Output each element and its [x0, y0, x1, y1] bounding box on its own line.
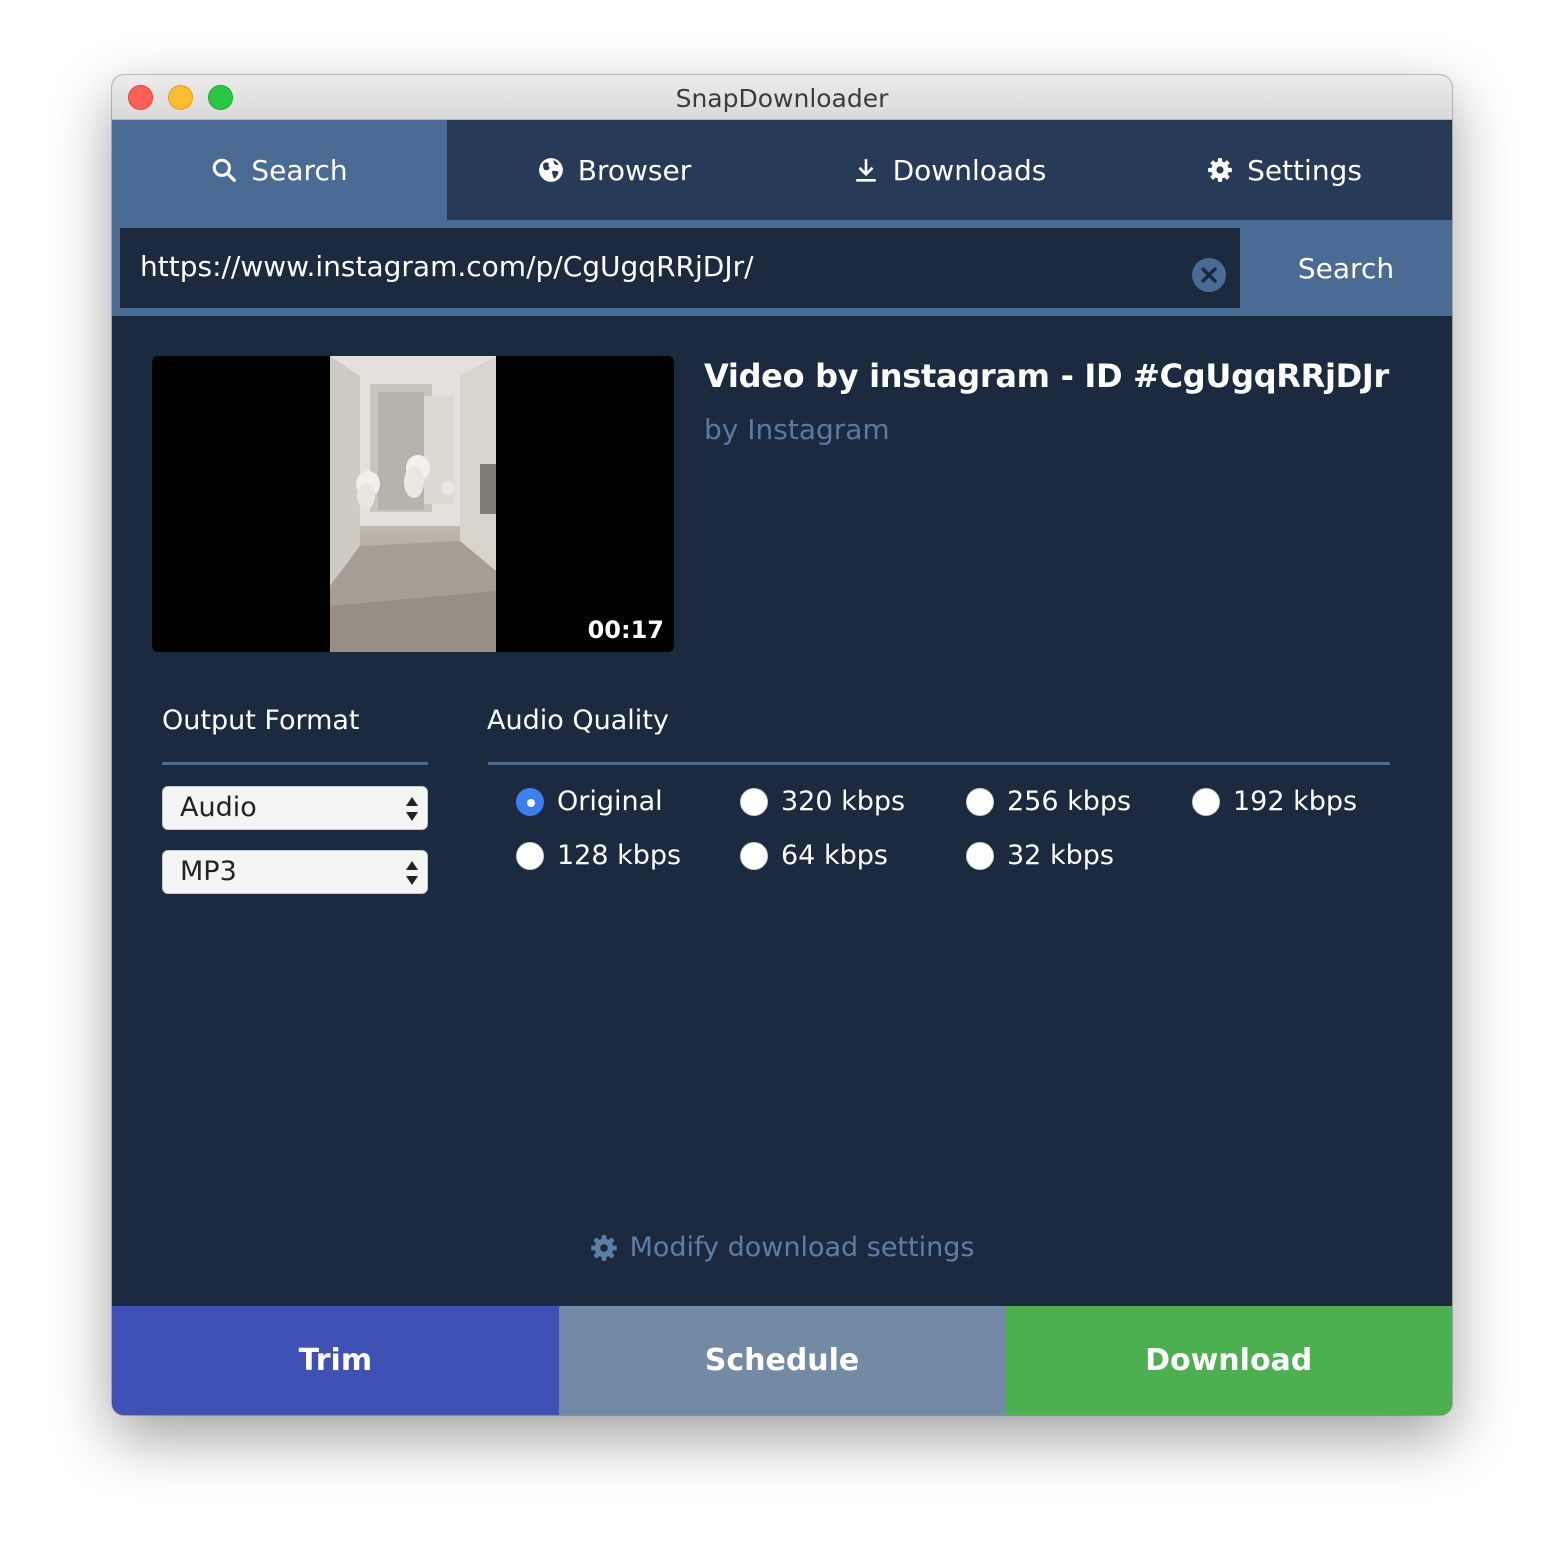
quality-option-label: Original [557, 786, 663, 817]
tab-downloads-label: Downloads [892, 153, 1047, 187]
video-thumbnail[interactable]: 00:17 [152, 356, 674, 652]
modify-download-settings-label: Modify download settings [629, 1232, 975, 1263]
url-input-value[interactable]: https://www.instagram.com/p/CgUgqRRjDJr/ [140, 250, 754, 283]
quality-option-256[interactable]: 256 kbps [966, 786, 1131, 817]
radio-button[interactable] [516, 841, 544, 870]
video-title: Video by instagram - ID #CgUgqRRjDJr [704, 357, 1389, 395]
output-format-label: Output Format [162, 705, 360, 736]
tab-browser-label: Browser [577, 153, 692, 187]
quality-option-label: 32 kbps [1007, 840, 1114, 871]
app-window: SnapDownloader Search Browser Downloads … [112, 75, 1452, 1415]
quality-option-original[interactable]: Original [516, 786, 663, 817]
radio-button[interactable] [966, 787, 994, 816]
radio-button[interactable] [740, 787, 768, 816]
thumbnail-image [330, 356, 496, 652]
tab-settings-label: Settings [1247, 153, 1362, 187]
tab-search[interactable]: Search [112, 120, 447, 220]
tab-search-label: Search [251, 153, 348, 187]
radio-button[interactable] [740, 841, 768, 870]
output-format-divider [162, 762, 428, 765]
download-button[interactable]: Download [1005, 1306, 1452, 1415]
tab-browser[interactable]: Browser [447, 120, 782, 220]
download-icon [855, 159, 876, 182]
window-title: SnapDownloader [675, 84, 889, 113]
quality-option-128[interactable]: 128 kbps [516, 840, 681, 871]
radio-button[interactable] [966, 841, 994, 870]
output-format-select[interactable]: MP3 [162, 850, 428, 894]
title-bar: SnapDownloader [112, 75, 1452, 120]
quality-option-32[interactable]: 32 kbps [966, 840, 1114, 871]
output-type-value: Audio [180, 792, 257, 823]
output-type-select[interactable]: Audio [162, 786, 428, 830]
select-arrows-icon [406, 797, 418, 821]
search-icon [213, 158, 237, 182]
quality-option-label: 128 kbps [557, 840, 682, 871]
video-duration: 00:17 [587, 616, 664, 644]
quality-option-label: 64 kbps [781, 840, 888, 871]
gear-icon [590, 1234, 617, 1261]
close-icon [1201, 267, 1217, 283]
trim-button[interactable]: Trim [112, 1306, 559, 1415]
tab-settings[interactable]: Settings [1117, 120, 1452, 220]
audio-quality-divider [488, 762, 1390, 765]
quality-option-label: 320 kbps [781, 786, 906, 817]
quality-option-label: 192 kbps [1233, 786, 1358, 817]
tab-downloads[interactable]: Downloads [782, 120, 1117, 220]
schedule-button[interactable]: Schedule [558, 1306, 1006, 1415]
search-bar: https://www.instagram.com/p/CgUgqRRjDJr/… [112, 220, 1452, 316]
quality-option-192[interactable]: 192 kbps [1192, 786, 1357, 817]
audio-quality-label: Audio Quality [487, 705, 669, 736]
quality-option-320[interactable]: 320 kbps [740, 786, 905, 817]
output-format-value: MP3 [180, 856, 237, 887]
modify-download-settings-link[interactable]: Modify download settings [112, 1232, 1452, 1263]
radio-button[interactable] [1192, 787, 1220, 816]
quality-option-label: 256 kbps [1007, 786, 1132, 817]
search-button[interactable]: Search [1240, 220, 1452, 316]
url-input[interactable]: https://www.instagram.com/p/CgUgqRRjDJr/ [120, 228, 1240, 308]
action-bar: Trim Schedule Download [112, 1306, 1452, 1415]
select-arrows-icon [406, 861, 418, 885]
gear-icon [1208, 158, 1232, 182]
radio-button[interactable] [516, 787, 544, 816]
video-author-link[interactable]: by Instagram [704, 413, 890, 446]
clear-url-button[interactable] [1192, 258, 1226, 292]
globe-icon [538, 158, 563, 182]
main-tab-bar: Search Browser Downloads Settings [112, 120, 1452, 220]
quality-option-64[interactable]: 64 kbps [740, 840, 888, 871]
